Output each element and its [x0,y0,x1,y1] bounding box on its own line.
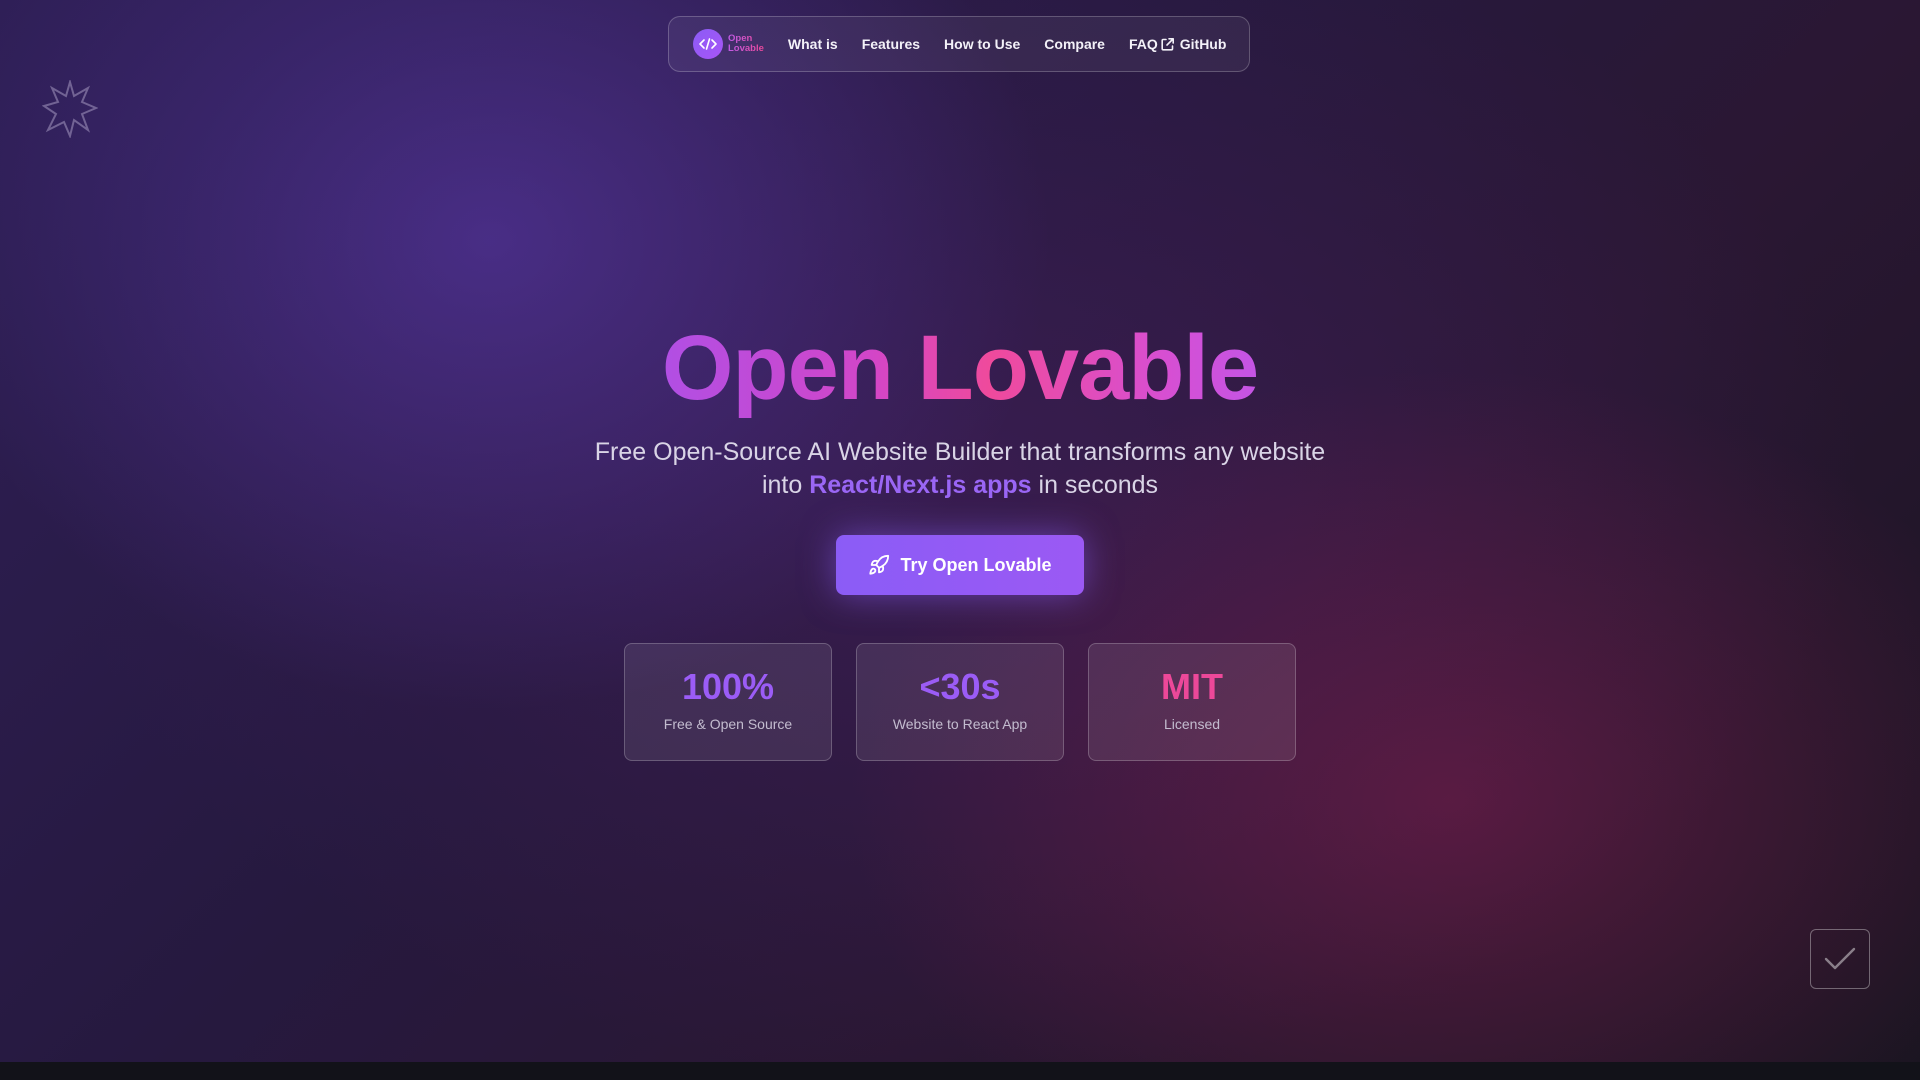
nav-link-how-to-use[interactable]: How to Use [944,36,1020,52]
hero-title-text: Open Lovable [661,317,1259,419]
external-link-icon [1160,37,1175,52]
stat-value: MIT [1161,666,1223,707]
stat-label: Website to React App [892,716,1028,732]
stat-value: 100% [681,666,775,707]
hero-subtitle-line2: into React/Next.js apps in seconds [0,469,1920,502]
stat-label: Licensed [1163,716,1221,732]
checkmark-icon [1824,947,1856,970]
hero-subtitle-after: in seconds [1031,471,1159,499]
nav-link-what-is[interactable]: What is [788,36,838,52]
try-open-lovable-label: Try Open Lovable [900,554,1052,575]
hero-subtitle: Free Open-Source AI Website Builder that… [0,436,1920,502]
stat-card-speed: <30s Website to React App [856,643,1064,761]
logo-text: Open Lovable [728,34,764,54]
hero-subtitle-highlight: React/Next.js apps [809,471,1032,499]
nav-link-compare[interactable]: Compare [1044,36,1105,52]
hero-subtitle-before: into [761,471,810,499]
hero-title: Open Lovable [0,316,1920,420]
logo[interactable]: Open Lovable [693,29,764,59]
star-burst-icon [42,80,98,138]
checkmark-box[interactable] [1810,929,1870,989]
nav-link-github[interactable]: GitHub [1180,36,1227,52]
top-navigation: Open Lovable What is Features How to Use… [668,16,1250,72]
nav-link-features[interactable]: Features [862,36,920,52]
logo-text-line2: Lovable [728,43,764,54]
try-open-lovable-button[interactable]: Try Open Lovable [836,535,1084,595]
stat-card-license: MIT Licensed [1088,643,1296,761]
stat-card-free: 100% Free & Open Source [624,643,832,761]
bottom-strip [0,1062,1920,1080]
stat-label: Free & Open Source [663,716,793,732]
code-brackets-icon [693,29,723,59]
hero-subtitle-line1: Free Open-Source AI Website Builder that… [594,438,1326,466]
rocket-icon [868,554,890,576]
landing-page: Open Lovable What is Features How to Use… [0,0,1920,1062]
nav-link-faq[interactable]: FAQ [1129,36,1158,52]
stat-value: <30s [919,666,1001,707]
